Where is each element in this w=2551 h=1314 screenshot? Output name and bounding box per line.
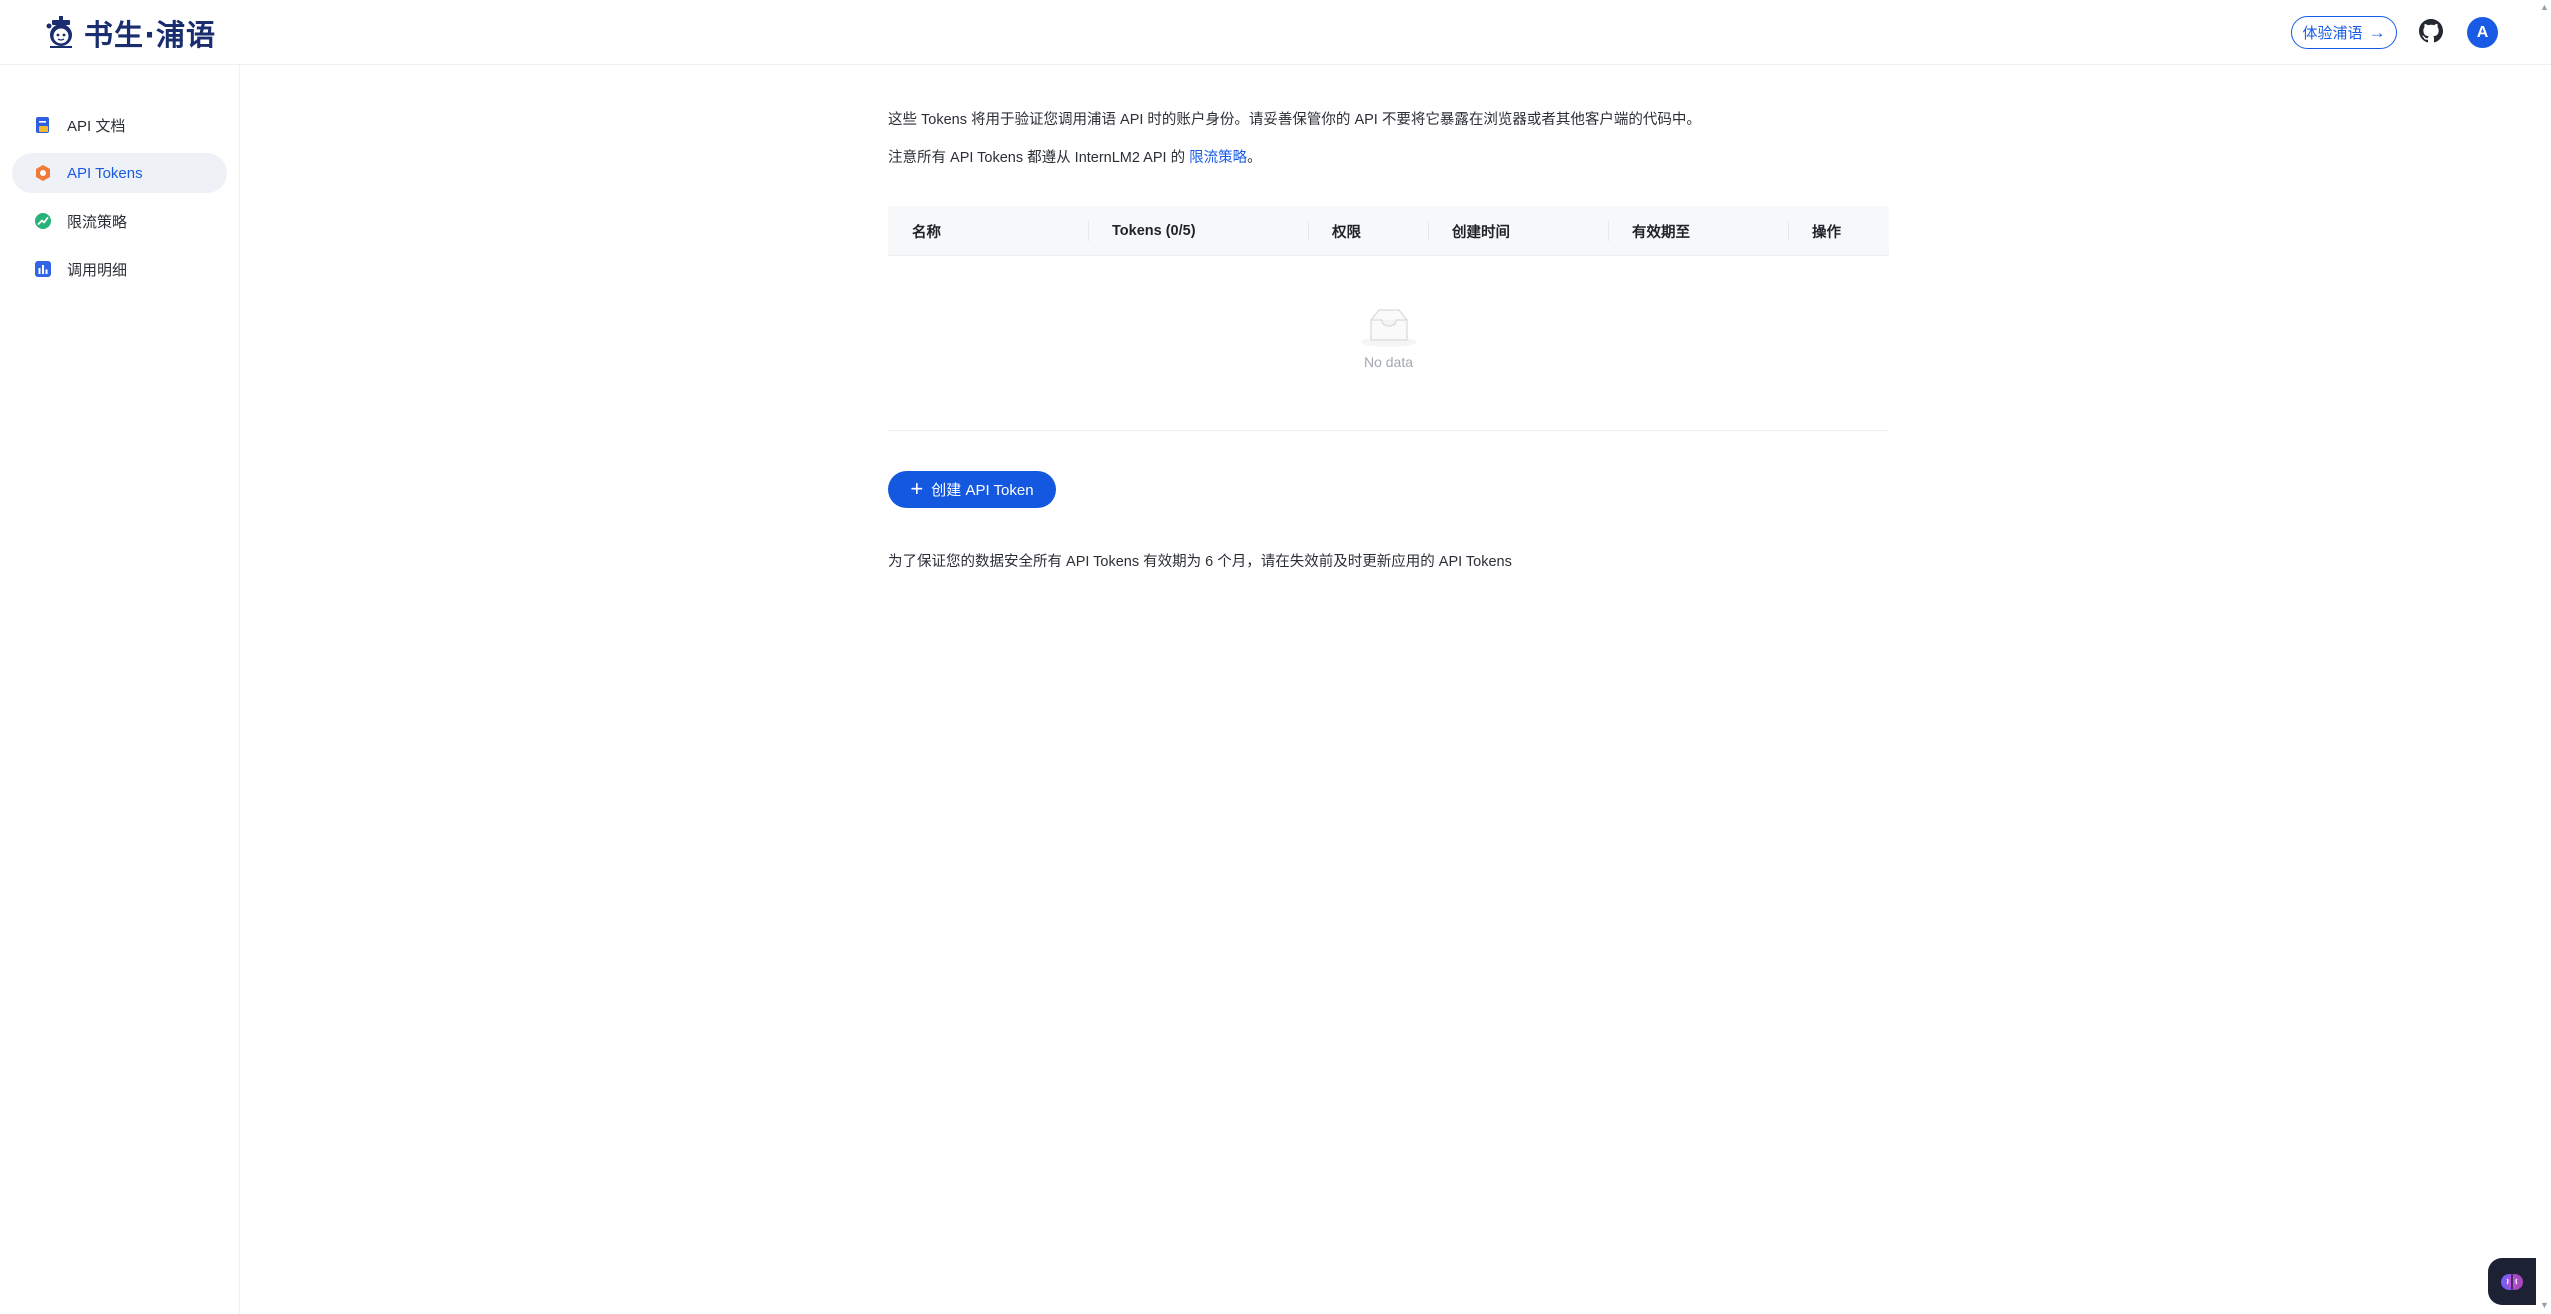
column-divider <box>1788 221 1789 241</box>
table-header: 名称 Tokens (0/5) 权限 创建时间 有效期至 操作 <box>888 206 1889 256</box>
token-expiry-footnote: 为了保证您的数据安全所有 API Tokens 有效期为 6 个月，请在失效前及… <box>888 554 1512 570</box>
column-divider <box>1308 221 1309 241</box>
github-icon[interactable] <box>2419 19 2443 43</box>
notice-prefix: 注意所有 API Tokens 都遵从 InternLM2 API 的 <box>888 150 1190 166</box>
sidebar-item-label: API 文档 <box>67 117 126 135</box>
column-header-permission: 权限 <box>1332 224 1361 241</box>
sidebar-item-api-tokens[interactable]: API Tokens <box>12 153 227 193</box>
notice-suffix: 。 <box>1247 150 1262 166</box>
bar-chart-icon <box>35 261 51 277</box>
try-internlm-button[interactable]: 体验浦语 → <box>2291 16 2397 49</box>
column-header-tokens: Tokens (0/5) <box>1112 223 1196 239</box>
create-button-label: 创建 API Token <box>931 482 1034 499</box>
column-divider <box>1428 221 1429 241</box>
rate-limit-icon <box>35 213 51 229</box>
scroll-down-arrow-icon[interactable]: ▼ <box>2540 1300 2549 1310</box>
column-header-name: 名称 <box>912 224 941 241</box>
column-divider <box>1088 221 1089 241</box>
arrow-right-icon: → <box>2368 23 2386 42</box>
empty-inbox-icon <box>1360 309 1417 347</box>
sidebar-item-label: 调用明细 <box>67 261 128 279</box>
try-button-label: 体验浦语 <box>2302 25 2363 42</box>
sidebar-item-rate-limit[interactable]: 限流策略 <box>12 201 227 241</box>
column-header-actions: 操作 <box>1812 224 1841 241</box>
user-avatar[interactable]: A <box>2467 17 2498 48</box>
empty-text: No data <box>1363 354 1414 370</box>
rate-limit-link[interactable]: 限流策略 <box>1189 150 1247 166</box>
tokens-table: 名称 Tokens (0/5) 权限 创建时间 有效期至 操作 No data <box>888 206 1889 431</box>
assistant-float-button[interactable] <box>2488 1258 2536 1305</box>
sidebar-item-api-docs[interactable]: API 文档 <box>12 105 227 145</box>
plus-icon: + <box>910 475 924 501</box>
empty-state: No data <box>888 304 1889 370</box>
scroll-up-arrow-icon[interactable]: ▲ <box>2540 2 2549 12</box>
doc-icon <box>36 117 49 133</box>
tokens-description: 这些 Tokens 将用于验证您调用浦语 API 时的账户身份。请妥善保管你的 … <box>888 112 1701 128</box>
top-header: 书生·浦语 体验浦语 → A <box>0 0 2551 65</box>
rate-limit-notice: 注意所有 API Tokens 都遵从 InternLM2 API 的 限流策略… <box>888 146 1262 167</box>
column-divider <box>1608 221 1609 241</box>
column-header-created-at: 创建时间 <box>1452 224 1510 241</box>
logo-mascot-icon <box>46 16 72 48</box>
sidebar-item-label: 限流策略 <box>67 213 128 231</box>
sidebar-item-label: API Tokens <box>67 164 143 182</box>
logo-text: 书生·浦语 <box>84 18 217 52</box>
token-icon <box>36 165 50 181</box>
brain-icon <box>2501 1273 2523 1290</box>
logo[interactable]: 书生·浦语 <box>42 14 216 52</box>
sidebar: API 文档 API Tokens 限流策略 调用明细 <box>0 65 240 1314</box>
column-header-expires-at: 有效期至 <box>1632 224 1690 241</box>
sidebar-item-usage-details[interactable]: 调用明细 <box>12 249 227 289</box>
create-api-token-button[interactable]: + 创建 API Token <box>888 471 1056 508</box>
